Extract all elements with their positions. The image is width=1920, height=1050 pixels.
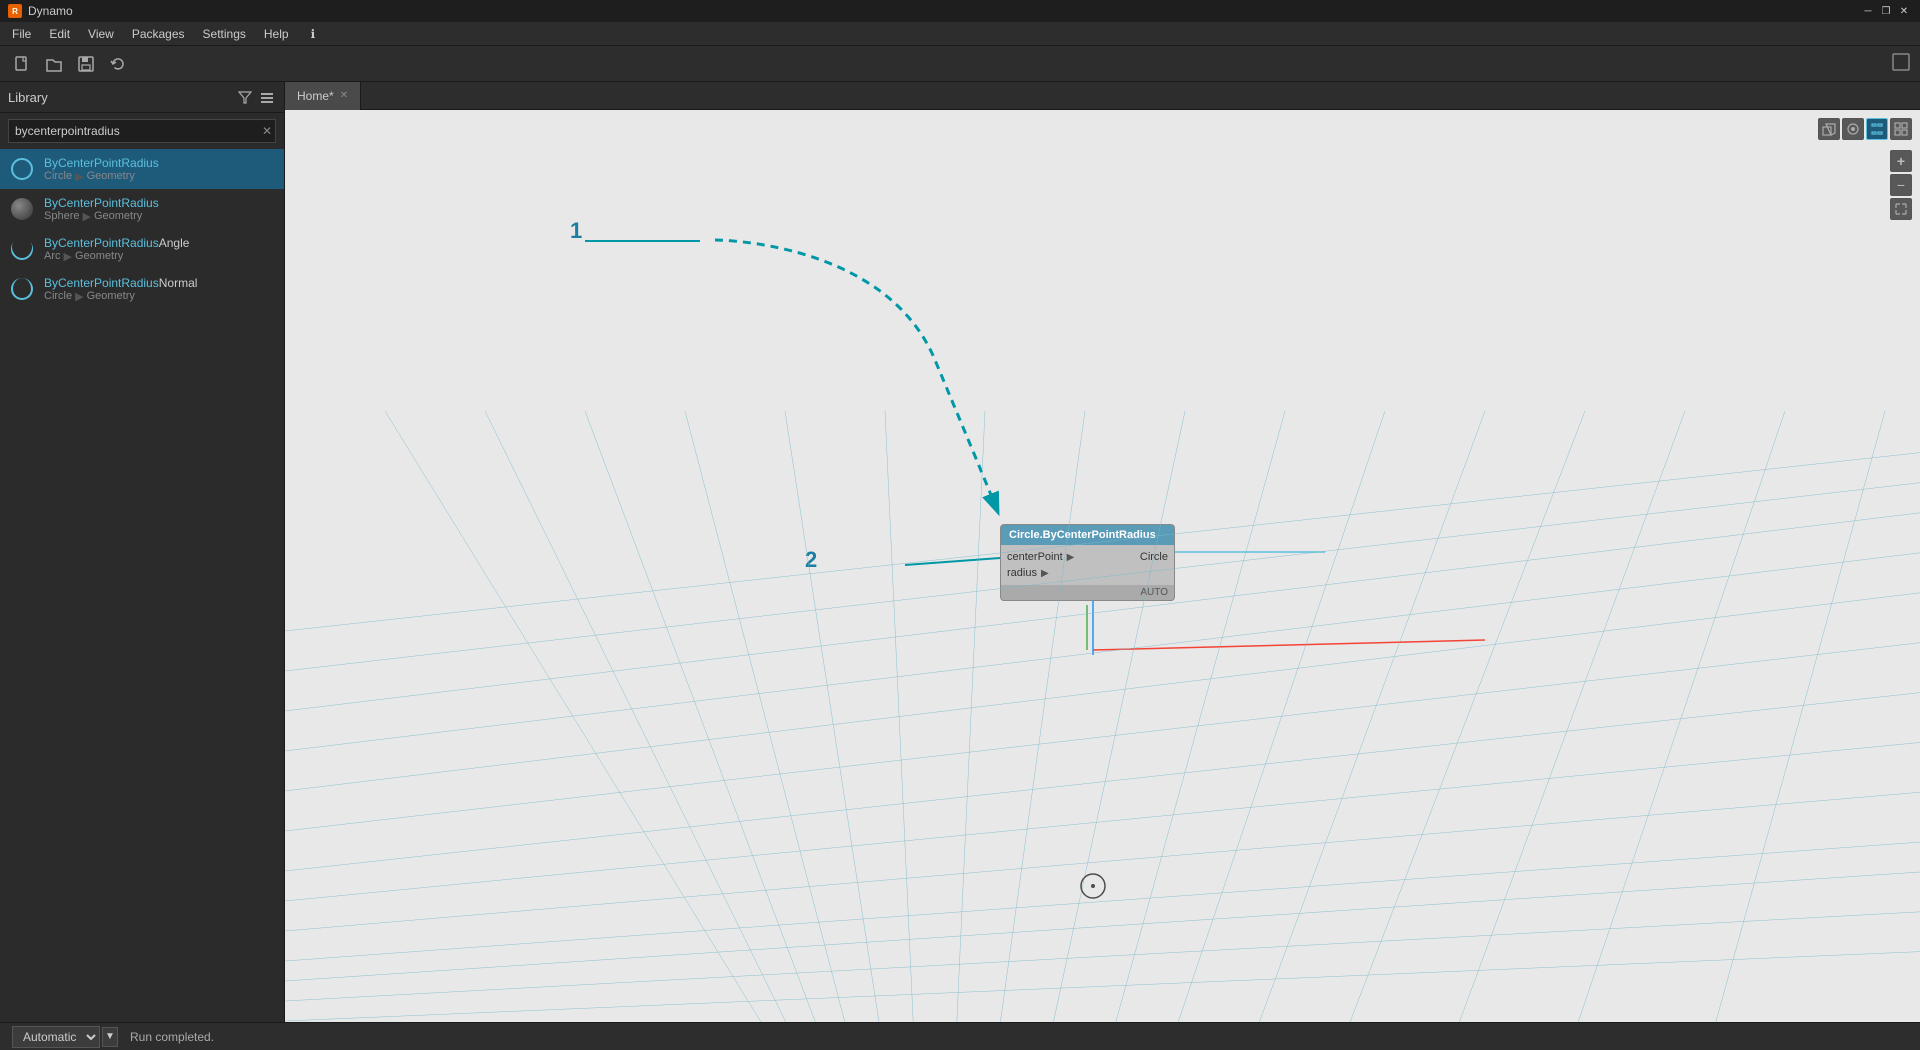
lib-item-name-4: ByCenterPointRadiusNormal xyxy=(44,276,197,290)
lib-item-sub: Circle ▶ Geometry xyxy=(44,170,159,183)
run-mode-select[interactable]: Automatic Manual xyxy=(12,1026,100,1048)
menu-edit[interactable]: Edit xyxy=(41,25,78,43)
titlebar-left: R Dynamo xyxy=(8,4,73,18)
titlebar: R Dynamo ─ ❐ ✕ xyxy=(0,0,1920,22)
lib-item-method: ByCenterPointRadius xyxy=(44,156,159,170)
run-mode: Automatic Manual ▼ xyxy=(12,1026,118,1048)
undo-button[interactable] xyxy=(104,50,132,78)
toolbar-right-icon xyxy=(1890,51,1912,76)
sphere-icon xyxy=(8,195,36,223)
library-item-circle-bycenterpointradius[interactable]: ByCenterPointRadius Circle ▶ Geometry xyxy=(0,149,284,189)
dynamo-logo: R xyxy=(8,4,22,18)
tab-home[interactable]: Home* ✕ xyxy=(285,82,361,110)
zoom-out-button[interactable]: − xyxy=(1890,174,1912,196)
circle-normal-icon xyxy=(8,275,36,303)
view-controls: + − xyxy=(1818,118,1912,220)
menu-view[interactable]: View xyxy=(80,25,122,43)
lib-item-sub-4: Circle ▶ Geometry xyxy=(44,290,197,303)
zoom-in-button[interactable]: + xyxy=(1890,150,1912,172)
zoom-fit-button[interactable] xyxy=(1890,198,1912,220)
lib-item-text-4: ByCenterPointRadiusNormal Circle ▶ Geome… xyxy=(44,276,197,303)
menu-file[interactable]: File xyxy=(4,25,39,43)
lib-item-text: ByCenterPointRadius Circle ▶ Geometry xyxy=(44,156,159,183)
grid-3d xyxy=(285,411,1920,1022)
label-1: 1 xyxy=(570,218,582,244)
main: Library ✕ ByCente xyxy=(0,82,1920,1022)
search-clear-button[interactable]: ✕ xyxy=(262,124,272,138)
new-button[interactable] xyxy=(8,50,36,78)
lib-item-method-2: ByCenterPointRadius xyxy=(44,196,159,210)
search-container: ✕ xyxy=(0,113,284,149)
lib-item-category-3: Geometry xyxy=(75,250,123,262)
arrow-icon-3: ▶ xyxy=(64,250,72,263)
lib-item-sub-3: Arc ▶ Geometry xyxy=(44,250,189,263)
list-view-icon[interactable] xyxy=(258,88,276,106)
arrow-icon-1: ▶ xyxy=(75,170,83,183)
lib-item-suffix-4: Normal xyxy=(159,276,198,290)
lib-item-sub-2: Sphere ▶ Geometry xyxy=(44,210,159,223)
open-button[interactable] xyxy=(40,50,68,78)
fit-view-button[interactable] xyxy=(1866,118,1888,140)
grid-view-button[interactable] xyxy=(1890,118,1912,140)
lib-item-parent-circle2: Circle xyxy=(44,290,72,302)
statusbar: Automatic Manual ▼ Run completed. xyxy=(0,1022,1920,1050)
sidebar: Library ✕ ByCente xyxy=(0,82,285,1022)
lib-item-text-2: ByCenterPointRadius Sphere ▶ Geometry xyxy=(44,196,159,223)
sidebar-header-icons xyxy=(236,88,276,106)
menu-settings[interactable]: Settings xyxy=(195,25,254,43)
menu-packages[interactable]: Packages xyxy=(124,25,193,43)
lib-item-parent-circle: Circle xyxy=(44,170,72,182)
camera-view-button[interactable] xyxy=(1842,118,1864,140)
lib-item-parent-sphere: Sphere xyxy=(44,210,79,222)
toolbar xyxy=(0,46,1920,82)
arrow-icon-4: ▶ xyxy=(75,290,83,303)
lib-item-category-1: Geometry xyxy=(87,170,135,182)
close-button[interactable]: ✕ xyxy=(1896,3,1912,19)
minimize-button[interactable]: ─ xyxy=(1860,3,1876,19)
view-zoom-col: + − xyxy=(1890,150,1912,220)
titlebar-title: Dynamo xyxy=(28,4,73,18)
library-items: ByCenterPointRadius Circle ▶ Geometry B xyxy=(0,149,284,1022)
lib-item-name-2: ByCenterPointRadius xyxy=(44,196,159,210)
lib-item-name-3: ByCenterPointRadiusAngle xyxy=(44,236,189,250)
arrow-icon-2: ▶ xyxy=(82,210,90,223)
circle-icon xyxy=(8,155,36,183)
filter-icon[interactable] xyxy=(236,88,254,106)
lib-item-parent-arc: Arc xyxy=(44,250,61,262)
label1-line xyxy=(585,240,700,242)
sidebar-header: Library xyxy=(0,82,284,113)
canvas-area: Home* ✕ xyxy=(285,82,1920,1022)
search-input[interactable] xyxy=(8,119,276,143)
titlebar-controls[interactable]: ─ ❐ ✕ xyxy=(1860,3,1912,19)
lib-item-text-3: ByCenterPointRadiusAngle Arc ▶ Geometry xyxy=(44,236,189,263)
lib-item-category-4: Geometry xyxy=(87,290,135,302)
menubar: File Edit View Packages Settings Help ℹ xyxy=(0,22,1920,46)
arc-icon xyxy=(8,235,36,263)
tab-close-icon[interactable]: ✕ xyxy=(340,90,348,101)
lib-item-category-2: Geometry xyxy=(94,210,142,222)
lib-item-method-4: ByCenterPointRadius xyxy=(44,276,159,290)
run-dropdown-button[interactable]: ▼ xyxy=(102,1027,118,1047)
lib-item-method-3: ByCenterPointRadius xyxy=(44,236,159,250)
sidebar-title: Library xyxy=(8,90,48,105)
library-item-sphere-bycenterpointradius[interactable]: ByCenterPointRadius Sphere ▶ Geometry xyxy=(0,189,284,229)
tab-bar: Home* ✕ xyxy=(285,82,1920,110)
canvas[interactable]: 1 2 Circle.ByCenterPointRadius centerPoi… xyxy=(285,110,1920,1022)
menu-help[interactable]: Help xyxy=(256,25,297,43)
lib-item-name: ByCenterPointRadius xyxy=(44,156,159,170)
status-text: Run completed. xyxy=(130,1030,214,1044)
info-icon[interactable]: ℹ xyxy=(303,25,324,43)
library-item-circle-bycenterpointradiusnormal[interactable]: ByCenterPointRadiusNormal Circle ▶ Geome… xyxy=(0,269,284,309)
view-top-row xyxy=(1818,118,1912,140)
save-button[interactable] xyxy=(72,50,100,78)
library-item-arc-bycenterpointradius[interactable]: ByCenterPointRadiusAngle Arc ▶ Geometry xyxy=(0,229,284,269)
lib-item-suffix-3: Angle xyxy=(159,236,190,250)
tab-home-label: Home* xyxy=(297,89,334,103)
3d-view-button[interactable] xyxy=(1818,118,1840,140)
restore-button[interactable]: ❐ xyxy=(1878,3,1894,19)
